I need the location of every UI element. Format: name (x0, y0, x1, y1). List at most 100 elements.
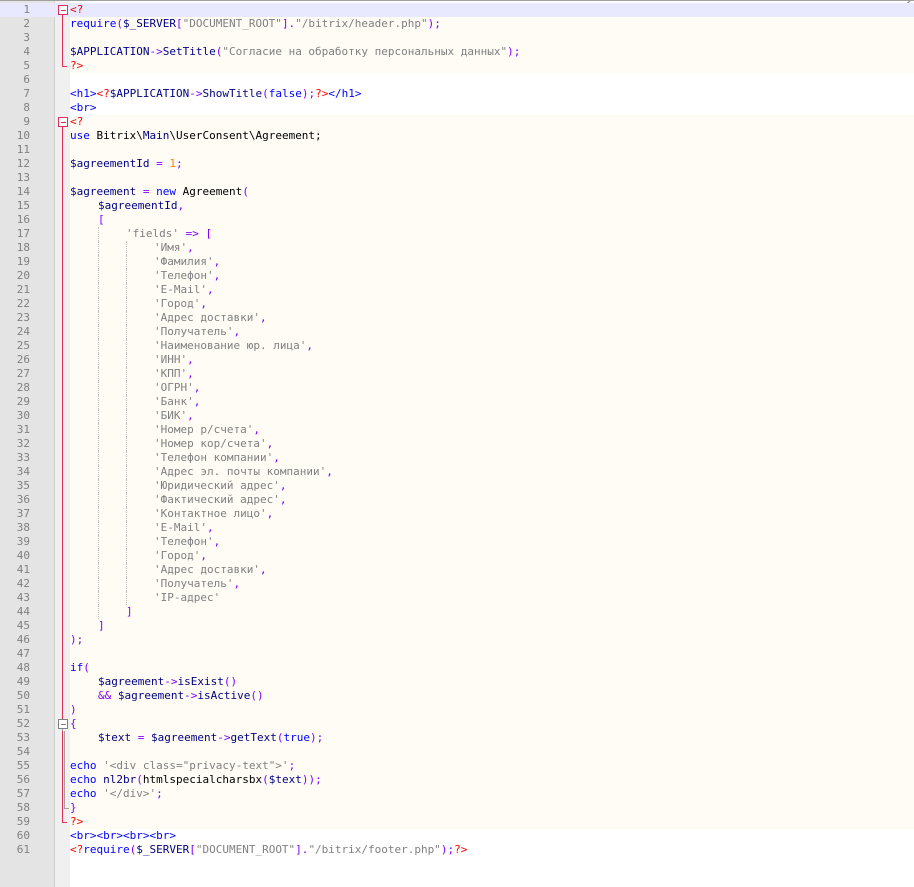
code-text[interactable]: 'ИНН', (70, 353, 914, 367)
code-line[interactable]: 15 $agreementId, (0, 199, 914, 213)
code-line[interactable]: 4 $APPLICATION->SetTitle("Согласие на обр… (0, 45, 914, 59)
code-text[interactable]: <? (70, 3, 914, 17)
code-text[interactable]: 'fields' => [ (70, 227, 914, 241)
code-editor[interactable]: 1 <? 2 require($_SERVER["DOCUMENT_ROOT"]."/… (0, 0, 914, 887)
code-line[interactable]: 40 'Город', (0, 549, 914, 563)
code-line[interactable]: 46); (0, 633, 914, 647)
code-line[interactable]: 61 <?require($_SERVER["DOCUMENT_ROOT"]."/… (0, 843, 914, 857)
code-text[interactable]: 'E-Mail', (70, 521, 914, 535)
code-line[interactable]: 23 'Адрес доставки', (0, 311, 914, 325)
code-line[interactable]: 1 <? (0, 3, 914, 17)
code-line[interactable]: 48 if( (0, 661, 914, 675)
code-text[interactable]: <br><br><br><br> (70, 829, 914, 843)
code-text[interactable]: } (70, 801, 914, 815)
code-lines[interactable]: 1 <? 2 require($_SERVER["DOCUMENT_ROOT"]."/… (0, 3, 914, 857)
code-line[interactable]: 22 'Город', (0, 297, 914, 311)
code-line[interactable]: 11 (0, 143, 914, 157)
code-line[interactable]: 32 'Номер кор/счета', (0, 437, 914, 451)
code-text[interactable]: 'Телефон', (70, 535, 914, 549)
code-line[interactable]: 43 'IP-адрес' (0, 591, 914, 605)
code-text[interactable]: ?> (70, 815, 914, 829)
code-line[interactable]: 8 <br> (0, 101, 914, 115)
code-text[interactable]: 'Фактический адрес', (70, 493, 914, 507)
code-text[interactable]: 'Адрес доставки', (70, 311, 914, 325)
code-text[interactable] (70, 143, 914, 157)
code-text[interactable]: use Bitrix\Main\UserConsent\Agreement; (70, 129, 914, 143)
code-text[interactable]: echo '<div class="privacy-text">'; (70, 759, 914, 773)
code-text[interactable]: <? (70, 115, 914, 129)
code-line[interactable]: 5 ?> (0, 59, 914, 73)
code-text[interactable]: 'Телефон компании', (70, 451, 914, 465)
code-text[interactable]: $agreement->isExist() (70, 675, 914, 689)
code-text[interactable]: <?require($_SERVER["DOCUMENT_ROOT"]."/bi… (70, 843, 914, 857)
code-text[interactable]: <br> (70, 101, 914, 115)
code-line[interactable]: 27 'КПП', (0, 367, 914, 381)
code-text[interactable]: 'КПП', (70, 367, 914, 381)
code-line[interactable]: 33 'Телефон компании', (0, 451, 914, 465)
code-line[interactable]: 52 { (0, 717, 914, 731)
code-line[interactable]: 53 $text = $agreement->getText(true); (0, 731, 914, 745)
code-text[interactable]: if( (70, 661, 914, 675)
code-text[interactable]: ); (70, 633, 914, 647)
code-line[interactable]: 37 'Контактное лицо', (0, 507, 914, 521)
code-text[interactable]: $APPLICATION->SetTitle("Согласие на обра… (70, 45, 914, 59)
code-line[interactable]: 49 $agreement->isExist() (0, 675, 914, 689)
code-line[interactable]: 12 $agreementId = 1; (0, 157, 914, 171)
code-text[interactable] (70, 31, 914, 45)
code-line[interactable]: 2 require($_SERVER["DOCUMENT_ROOT"]."/bit… (0, 17, 914, 31)
code-text[interactable]: 'Юридический адрес', (70, 479, 914, 493)
code-text[interactable]: 'Номер р/счета', (70, 423, 914, 437)
code-line[interactable]: 54 (0, 745, 914, 759)
code-line[interactable]: 24 'Получатель', (0, 325, 914, 339)
code-text[interactable]: 'Город', (70, 549, 914, 563)
code-line[interactable]: 30 'БИК', (0, 409, 914, 423)
code-line[interactable]: 7 <h1><?$APPLICATION->ShowTitle(false);?>… (0, 87, 914, 101)
code-line[interactable]: 16 [ (0, 213, 914, 227)
code-line[interactable]: 36 'Фактический адрес', (0, 493, 914, 507)
fold-toggle-icon[interactable] (57, 3, 68, 17)
code-text[interactable] (70, 73, 914, 87)
code-line[interactable]: 45] (0, 619, 914, 633)
code-text[interactable]: $agreement = new Agreement( (70, 185, 914, 199)
code-text[interactable] (70, 745, 914, 759)
code-line[interactable]: 13 (0, 171, 914, 185)
code-text[interactable]: 'IP-адрес' (70, 591, 914, 605)
code-line[interactable]: 60 <br><br><br><br> (0, 829, 914, 843)
code-line[interactable]: 55 echo '<div class="privacy-text">'; (0, 759, 914, 773)
code-line[interactable]: 6 (0, 73, 914, 87)
code-line[interactable]: 25 'Наименование юр. лица', (0, 339, 914, 353)
code-line[interactable]: 17 'fields' => [ (0, 227, 914, 241)
code-line[interactable]: 20 'Телефон', (0, 269, 914, 283)
code-line[interactable]: 57 echo '</div>'; (0, 787, 914, 801)
code-text[interactable]: ] (70, 619, 914, 633)
fold-minus-icon[interactable] (58, 719, 68, 729)
code-line[interactable]: 38 'E-Mail', (0, 521, 914, 535)
code-line[interactable]: 3 (0, 31, 914, 45)
code-text[interactable]: 'ОГРН', (70, 381, 914, 395)
code-text[interactable]: echo '</div>'; (70, 787, 914, 801)
fold-minus-icon[interactable] (58, 117, 68, 127)
code-line[interactable]: 14 $agreement = new Agreement( (0, 185, 914, 199)
code-text[interactable]: 'Адрес доставки', (70, 563, 914, 577)
code-text[interactable]: 'Получатель', (70, 577, 914, 591)
code-line[interactable]: 21 'E-Mail', (0, 283, 914, 297)
fold-toggle-icon[interactable] (57, 717, 68, 731)
code-text[interactable]: $text = $agreement->getText(true); (70, 731, 914, 745)
code-line[interactable]: 56 echo nl2br(htmlspecialcharsbx($text)); (0, 773, 914, 787)
code-text[interactable]: && $agreement->isActive() (70, 689, 914, 703)
code-line[interactable]: 9 <? (0, 115, 914, 129)
code-line[interactable]: 29 'Банк', (0, 395, 914, 409)
code-text[interactable]: $agreementId = 1; (70, 157, 914, 171)
code-text[interactable]: ?> (70, 59, 914, 73)
code-text[interactable]: 'БИК', (70, 409, 914, 423)
code-text[interactable]: echo nl2br(htmlspecialcharsbx($text)); (70, 773, 914, 787)
code-line[interactable]: 26 'ИНН', (0, 353, 914, 367)
code-line[interactable]: 31 'Номер р/счета', (0, 423, 914, 437)
code-text[interactable]: 'Наименование юр. лица', (70, 339, 914, 353)
code-text[interactable]: $agreementId, (70, 199, 914, 213)
code-line[interactable]: 47 (0, 647, 914, 661)
code-line[interactable]: 19 'Фамилия', (0, 255, 914, 269)
code-text[interactable]: 'Город', (70, 297, 914, 311)
code-line[interactable]: 10 use Bitrix\Main\UserConsent\Agreement; (0, 129, 914, 143)
code-text[interactable]: ] (70, 605, 914, 619)
